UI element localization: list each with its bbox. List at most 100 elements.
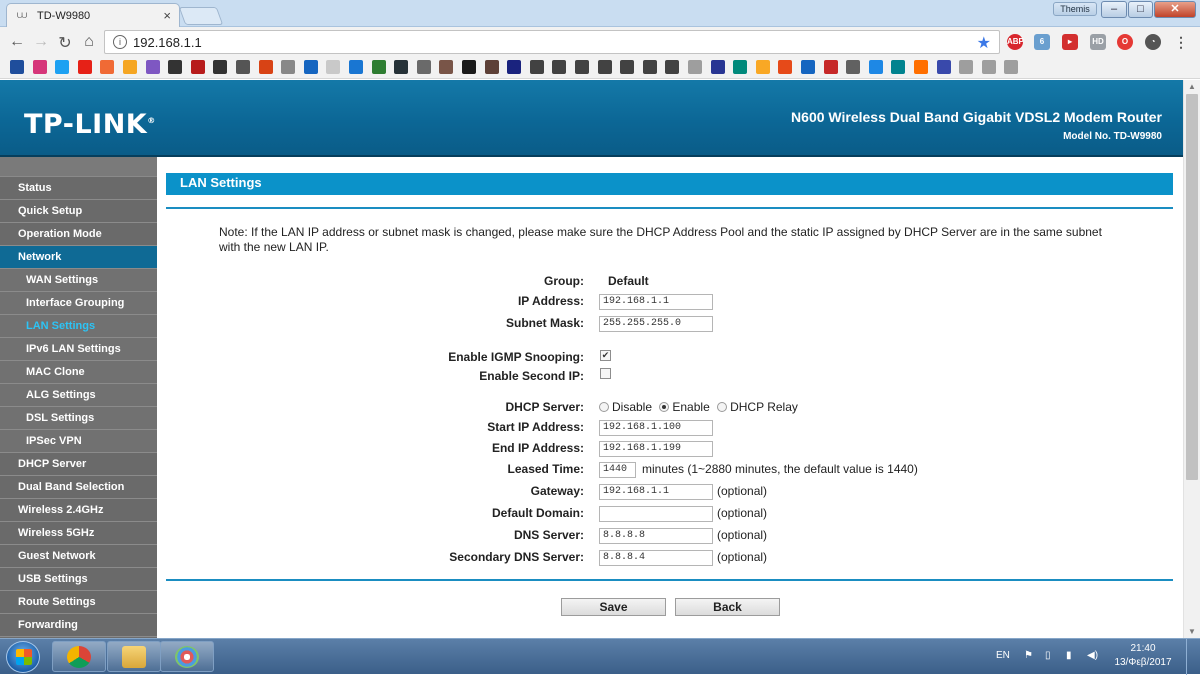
bookmark-favicon-icon[interactable]: [891, 60, 906, 74]
system-clock[interactable]: 21:40 13/Φεβ/2017: [1114, 642, 1172, 670]
bookmark-favicon-icon[interactable]: [575, 60, 589, 74]
bookmark-favicon-icon[interactable]: [710, 60, 725, 74]
sidebar-item-network[interactable]: Network: [0, 246, 157, 269]
bookmark-favicon-icon[interactable]: [77, 60, 92, 74]
bookmark-star-icon[interactable]: ★: [977, 33, 991, 53]
show-desktop-button[interactable]: [1186, 639, 1200, 675]
start-button[interactable]: [6, 641, 40, 673]
menu-icon[interactable]: ⋮: [1173, 34, 1189, 50]
taskbar-chrome[interactable]: [52, 641, 106, 672]
forward-arrow-icon[interactable]: →: [30, 33, 52, 51]
leased-time-input[interactable]: 1440: [599, 462, 636, 478]
dhcp-relay-radio[interactable]: [717, 402, 728, 412]
bookmark-favicon-icon[interactable]: [981, 60, 996, 74]
power-icon[interactable]: ▯: [1045, 650, 1051, 661]
maximize-button[interactable]: □: [1128, 1, 1153, 18]
scroll-down-icon[interactable]: ▼: [1188, 627, 1196, 636]
bookmark-favicon-icon[interactable]: [281, 60, 296, 74]
volume-icon[interactable]: ◀): [1087, 650, 1098, 661]
reload-icon[interactable]: ↻: [54, 33, 76, 53]
bookmark-favicon-icon[interactable]: [326, 60, 341, 74]
scroll-thumb[interactable]: [1186, 94, 1198, 480]
bookmark-favicon-icon[interactable]: [213, 60, 228, 74]
bookmark-favicon-icon[interactable]: [914, 60, 928, 74]
bookmark-favicon-icon[interactable]: [416, 60, 431, 74]
bookmark-favicon-icon[interactable]: [688, 60, 702, 74]
new-tab-button[interactable]: [178, 7, 224, 25]
home-icon[interactable]: ⌂: [78, 33, 100, 51]
secondary-dns-input[interactable]: 8.8.8.4: [599, 550, 713, 566]
dns-input[interactable]: 8.8.8.8: [599, 528, 713, 544]
browser-tab[interactable]: ⩊ TD-W9980 ×: [6, 3, 180, 27]
sidebar-item-status[interactable]: Status: [0, 177, 157, 200]
adblock-icon[interactable]: ABP: [1007, 34, 1024, 50]
bookmark-favicon-icon[interactable]: [936, 60, 951, 74]
dhcp-enable-radio[interactable]: [659, 402, 670, 412]
bookmark-favicon-icon[interactable]: [10, 60, 24, 74]
bookmark-favicon-icon[interactable]: [145, 60, 160, 74]
start-ip-input[interactable]: 192.168.1.100: [599, 420, 713, 436]
language-indicator[interactable]: EN: [996, 650, 1010, 661]
profile-badge[interactable]: Themis: [1053, 2, 1097, 16]
sidebar-item-quick-setup[interactable]: Quick Setup: [0, 200, 157, 223]
bookmark-favicon-icon[interactable]: [959, 60, 974, 74]
subnet-mask-input[interactable]: 255.255.255.0: [599, 316, 713, 332]
sidebar-item-operation-mode[interactable]: Operation Mode: [0, 223, 157, 246]
network-icon[interactable]: ▮: [1066, 650, 1072, 661]
flag-icon[interactable]: ⚑: [1024, 650, 1033, 661]
taskbar-explorer[interactable]: [107, 641, 161, 672]
bookmark-favicon-icon[interactable]: [642, 60, 657, 74]
bookmark-favicon-icon[interactable]: [529, 60, 544, 74]
default-domain-input[interactable]: [599, 506, 713, 522]
bookmark-favicon-icon[interactable]: [755, 60, 770, 74]
bookmark-favicon-icon[interactable]: [552, 60, 567, 74]
bookmark-favicon-icon[interactable]: [665, 60, 680, 74]
bookmark-favicon-icon[interactable]: [801, 60, 815, 74]
url-text[interactable]: 192.168.1.1: [133, 35, 202, 50]
bookmark-favicon-icon[interactable]: [733, 60, 748, 74]
bookmark-favicon-icon[interactable]: [507, 60, 522, 74]
end-ip-input[interactable]: 192.168.1.199: [599, 441, 713, 457]
tab-close-icon[interactable]: ×: [163, 8, 171, 23]
bookmark-favicon-icon[interactable]: [823, 60, 838, 74]
minimize-button[interactable]: –: [1101, 1, 1127, 18]
weather-extension-icon[interactable]: 6: [1034, 34, 1050, 50]
bookmark-favicon-icon[interactable]: [778, 60, 793, 74]
bookmark-favicon-icon[interactable]: [100, 60, 115, 74]
bookmark-favicon-icon[interactable]: [484, 60, 499, 74]
back-button[interactable]: Back: [675, 598, 780, 616]
sidebar-item-usb-settings[interactable]: USB Settings: [0, 568, 157, 591]
bookmark-favicon-icon[interactable]: [439, 60, 454, 74]
bookmark-favicon-icon[interactable]: [303, 60, 318, 74]
second-ip-checkbox[interactable]: [600, 368, 611, 379]
scroll-up-icon[interactable]: ▲: [1188, 82, 1196, 91]
save-button[interactable]: Save: [561, 598, 666, 616]
bookmark-favicon-icon[interactable]: [868, 60, 883, 74]
bookmark-favicon-icon[interactable]: [258, 60, 273, 74]
bookmark-favicon-icon[interactable]: [597, 60, 612, 74]
bookmark-favicon-icon[interactable]: [55, 60, 70, 74]
page-scrollbar[interactable]: ▲ ▼: [1183, 80, 1200, 638]
bookmark-favicon-icon[interactable]: [236, 60, 250, 74]
bookmark-favicon-icon[interactable]: [349, 60, 363, 74]
address-bar[interactable]: i 192.168.1.1 ★: [104, 30, 1000, 54]
close-window-button[interactable]: ✕: [1154, 1, 1196, 18]
igmp-checkbox[interactable]: ✔: [600, 350, 611, 361]
bookmark-favicon-icon[interactable]: [190, 60, 205, 74]
bookmark-favicon-icon[interactable]: [620, 60, 635, 74]
bookmark-favicon-icon[interactable]: [32, 60, 47, 74]
back-arrow-icon[interactable]: ←: [6, 33, 28, 51]
bookmark-favicon-icon[interactable]: [394, 60, 409, 74]
dhcp-disable-radio[interactable]: [599, 402, 609, 412]
opera-extension-icon[interactable]: O: [1117, 34, 1133, 50]
speed-extension-icon[interactable]: ◔: [1145, 34, 1161, 50]
taskbar-paint[interactable]: [160, 641, 214, 672]
hd-extension-icon[interactable]: HD: [1090, 34, 1106, 50]
bookmark-favicon-icon[interactable]: [1004, 60, 1019, 74]
info-icon[interactable]: i: [113, 35, 127, 49]
bookmark-favicon-icon[interactable]: [123, 60, 137, 74]
bookmark-favicon-icon[interactable]: [371, 60, 386, 74]
ip-address-input[interactable]: 192.168.1.1: [599, 294, 713, 310]
media-extension-icon[interactable]: ▸: [1062, 34, 1078, 50]
bookmark-favicon-icon[interactable]: [168, 60, 183, 74]
